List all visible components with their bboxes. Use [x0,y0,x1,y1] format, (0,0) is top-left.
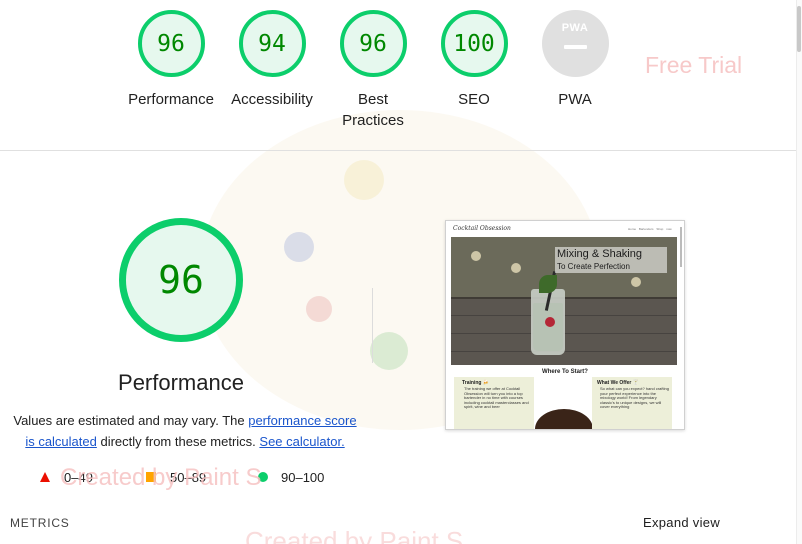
pwa-badge-text: PWA [561,22,589,34]
note-text: Values are estimated and may vary. The [13,413,249,428]
bokeh-light [471,251,481,261]
mint-garnish [539,275,557,293]
gauge-label: Performance [128,91,214,108]
score-ring: 96 [137,10,205,77]
estimate-note: Values are estimated and may vary. The p… [8,410,362,452]
offer-column: What We Offer 🍸 So what can you expect? … [592,377,672,429]
gauge-best-practices[interactable]: 96 Best Practices [318,10,428,131]
bartender-portrait [535,409,593,429]
watermark-blob-blue [284,232,314,262]
site-header: Cocktail Obsession Home Bartenders Shop … [446,221,684,237]
paint-watermark-large: Created by Paint S [245,526,464,544]
performance-score-gauge: 96 [119,218,243,342]
section-heading: Where To Start? [542,369,588,375]
final-screenshot-thumbnail[interactable]: Cocktail Obsession Home Bartenders Shop … [445,220,685,430]
column-text: The training we offer at Cocktail Obsess… [464,386,529,410]
hero-title: Mixing & Shaking [557,248,642,260]
gauge-pwa[interactable]: PWA PWA [520,10,630,110]
bokeh-light [631,277,641,287]
score-summary: 96 Performance 94 Accessibility 96 Best … [0,10,802,150]
site-brand: Cocktail Obsession [453,225,511,232]
gauge-label: Best Practices [342,91,404,129]
vertical-separator [372,288,373,363]
section-divider [0,150,796,151]
hero-image: Mixing & Shaking To Create Perfection [451,237,677,365]
site-nav: Home Bartenders Shop now [628,227,672,231]
gauge-seo[interactable]: 100 SEO [419,10,529,110]
free-trial-watermark: Free Trial [645,52,743,78]
berry-garnish [545,317,555,327]
metrics-heading: METRICS [10,516,70,530]
score-ring: 96 [339,10,407,77]
pwa-dash-icon [563,45,587,49]
scrollbar[interactable] [796,0,802,544]
performance-title: Performance [118,370,244,395]
watermark-blob-red [306,296,332,322]
column-text: So what can you expect? hand crafting yo… [600,386,669,410]
watermark-blob-green [370,332,408,370]
score-ring: 94 [238,10,306,77]
see-calculator-link[interactable]: See calculator. [259,434,344,449]
fail-triangle-icon [40,472,50,482]
watermark-blob-yellow [344,160,384,200]
gauge-label: SEO [458,91,490,108]
gauge-label: Accessibility [231,91,313,108]
paint-watermark: Created by Paint S [60,464,262,491]
hero-subtitle: To Create Perfection [557,262,630,271]
note-text: directly from these metrics. [96,434,260,449]
gauge-accessibility[interactable]: 94 Accessibility [217,10,327,110]
bokeh-light [511,263,521,273]
score-ring: 100 [440,10,508,77]
expand-view-button[interactable]: Expand view [643,515,720,530]
thumbnail-scrollbar [680,227,682,267]
legend-pass-range: 90–100 [281,470,325,485]
gauge-performance[interactable]: 96 Performance [116,10,226,110]
pwa-badge-icon: PWA [541,10,609,77]
scrollbar-thumb[interactable] [797,6,801,52]
gauge-label: PWA [558,91,592,108]
training-column: Training 🍻 The training we offer at Cock… [454,377,534,429]
cocktail-liquid [533,303,563,351]
